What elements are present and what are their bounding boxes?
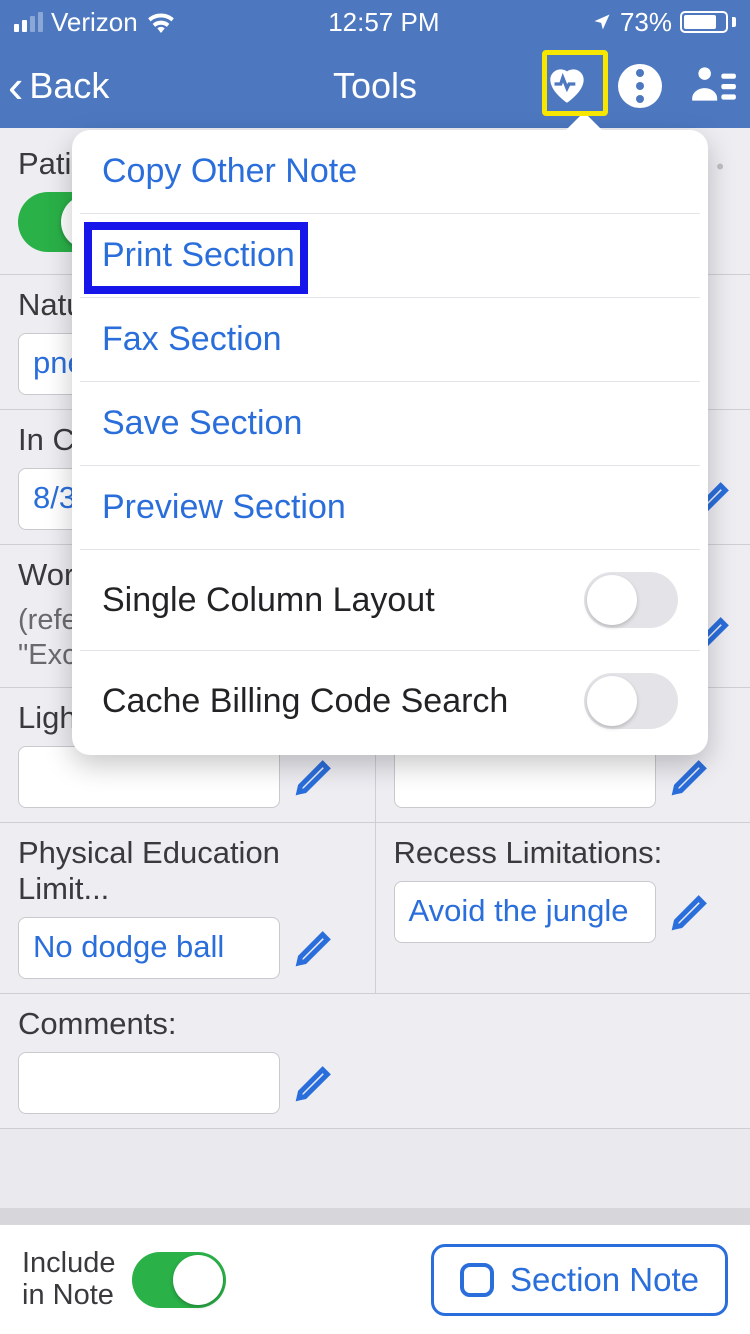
pencil-icon[interactable]: [294, 928, 334, 968]
battery-icon: [680, 11, 736, 33]
signal-bars-icon: [14, 12, 43, 32]
bottom-bar: Include in Note Section Note: [0, 1224, 750, 1334]
page-title: Tools: [333, 65, 417, 107]
chevron-left-icon: ‹: [8, 63, 23, 109]
cache-billing-toggle[interactable]: [584, 673, 678, 729]
recess-label: Recess Limitations:: [394, 835, 733, 871]
menu-preview-section[interactable]: Preview Section: [80, 466, 700, 550]
single-column-toggle[interactable]: [584, 572, 678, 628]
section-note-label: Section Note: [510, 1261, 699, 1299]
page-dots: •: [716, 154, 732, 180]
include-toggle[interactable]: [132, 1252, 226, 1308]
nav-bar: ‹ Back Tools: [0, 44, 750, 128]
checkbox-icon: [460, 1263, 494, 1297]
clock-label: 12:57 PM: [328, 7, 439, 38]
status-bar: Verizon 12:57 PM 73%: [0, 0, 750, 44]
include-label: Include in Note: [22, 1248, 116, 1312]
menu-save-section[interactable]: Save Section: [80, 382, 700, 466]
carrier-label: Verizon: [51, 7, 138, 38]
comments-field[interactable]: [18, 1052, 280, 1114]
person-list-icon[interactable]: [688, 59, 738, 114]
pencil-icon[interactable]: [670, 892, 710, 932]
kebab-menu-button[interactable]: [618, 64, 662, 108]
work-sub2: "Exc: [18, 639, 77, 671]
pencil-icon[interactable]: [670, 757, 710, 797]
menu-fax-section[interactable]: Fax Section: [80, 298, 700, 382]
cache-billing-label: Cache Billing Code Search: [102, 682, 508, 721]
kebab-highlight: [542, 50, 608, 116]
pencil-icon[interactable]: [294, 1063, 334, 1103]
location-arrow-icon: [592, 12, 612, 32]
pencil-icon[interactable]: [294, 757, 334, 797]
menu-single-column[interactable]: Single Column Layout: [80, 550, 700, 651]
menu-copy-other-note[interactable]: Copy Other Note: [80, 130, 700, 214]
back-button[interactable]: ‹ Back: [8, 63, 109, 109]
recess-field[interactable]: Avoid the jungle gym: [394, 881, 656, 943]
battery-pct-label: 73%: [620, 7, 672, 38]
pe-field[interactable]: No dodge ball: [18, 917, 280, 979]
menu-cache-billing[interactable]: Cache Billing Code Search: [80, 651, 700, 751]
comments-label: Comments:: [18, 1006, 732, 1042]
single-column-label: Single Column Layout: [102, 581, 435, 620]
back-label: Back: [29, 65, 109, 107]
wifi-icon: [146, 11, 176, 33]
section-note-button[interactable]: Section Note: [431, 1244, 728, 1316]
print-highlight: [84, 222, 308, 294]
pe-label: Physical Education Limit...: [18, 835, 357, 907]
